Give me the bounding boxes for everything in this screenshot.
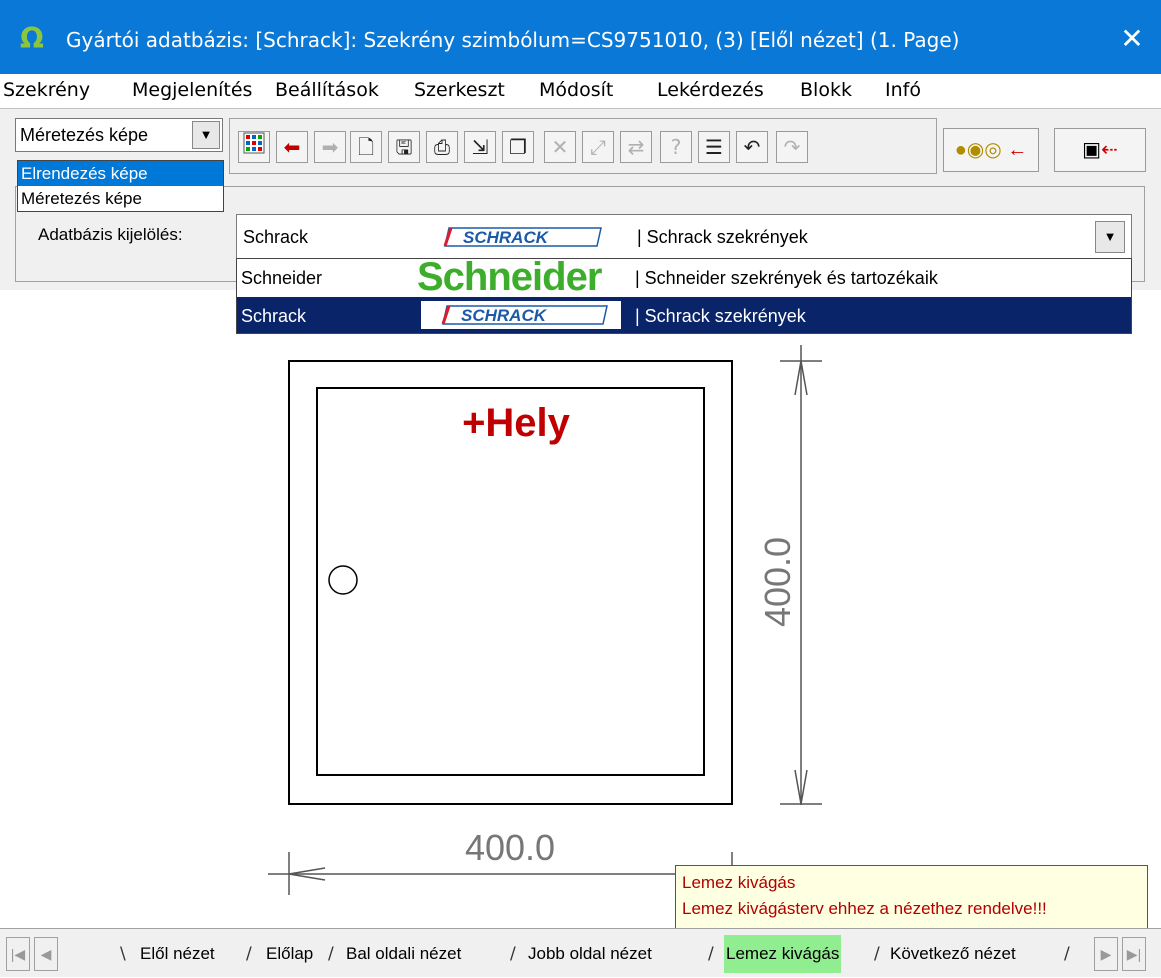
option-desc: | Schrack szekrények bbox=[635, 306, 806, 326]
tab-bal-oldali-nezet[interactable]: Bal oldali nézet bbox=[346, 935, 461, 973]
width-dimension: 400.0 bbox=[465, 827, 555, 868]
arrow-right-icon[interactable]: ➡ bbox=[314, 131, 346, 163]
list-icon[interactable]: ☰ bbox=[698, 131, 730, 163]
first-page-icon[interactable]: |◀ bbox=[6, 937, 30, 971]
component-icon[interactable]: ▣⇠ bbox=[1054, 128, 1146, 172]
view-option[interactable]: Méretezés képe bbox=[18, 186, 223, 211]
tooltip-line1: Lemez kivágás bbox=[682, 873, 796, 892]
tab-lemez-kivagas[interactable]: Lemez kivágás bbox=[724, 935, 842, 973]
tab-bar: |◀ ◀ ▶ ▶| \ Elől nézet / Előlap / Bal ol… bbox=[0, 928, 1161, 977]
main-toolbar: ⬅ ➡ 🗋 🖫 ⎙ ⇲ ❐ ✕ ⤢ ⇄ ? ☰ ↶ ↷ bbox=[229, 118, 937, 174]
drawing-canvas[interactable]: +Hely 400.0 400.0 bbox=[0, 290, 1161, 928]
window-title: Gyártói adatbázis: [Schrack]: Szekrény s… bbox=[66, 28, 960, 52]
database-select-value: Schrack bbox=[243, 227, 309, 247]
coins-icon[interactable]: ●◉◎ ← bbox=[943, 128, 1039, 172]
database-option-schrack[interactable]: Schrack SCHRACK | Schrack szekrények bbox=[237, 297, 1131, 333]
prev-page-icon[interactable]: ◀ bbox=[34, 937, 58, 971]
tooltip-line2: Lemez kivágásterv ehhez a nézethez rende… bbox=[682, 899, 1047, 918]
menu-szerkeszt[interactable]: Szerkeszt bbox=[414, 79, 505, 101]
option-desc: | Schneider szekrények és tartozékaik bbox=[635, 268, 938, 288]
view-dropdown-list: Elrendezés képe Méretezés képe bbox=[17, 160, 224, 212]
export-icon[interactable]: ⇲ bbox=[464, 131, 496, 163]
view-option[interactable]: Elrendezés képe bbox=[18, 161, 223, 186]
menu-blokk[interactable]: Blokk bbox=[800, 79, 852, 101]
tab-elolap[interactable]: Előlap bbox=[266, 935, 313, 973]
option-name: Schneider bbox=[241, 268, 323, 288]
cabinet-door bbox=[316, 387, 705, 776]
menu-info[interactable]: Infó bbox=[885, 79, 921, 101]
menu-beallitasok[interactable]: Beállítások bbox=[275, 79, 379, 101]
undo-icon[interactable]: ↶ bbox=[736, 131, 768, 163]
svg-text:SCHRACK: SCHRACK bbox=[463, 228, 550, 247]
app-icon: Ω bbox=[20, 22, 44, 55]
title-bar: Ω Gyártói adatbázis: [Schrack]: Szekrény… bbox=[0, 0, 1161, 74]
print-icon[interactable]: ⎙ bbox=[426, 131, 458, 163]
tab-jobb-oldal-nezet[interactable]: Jobb oldal nézet bbox=[528, 935, 652, 973]
chevron-down-icon[interactable]: ▼ bbox=[192, 121, 220, 149]
close-icon[interactable]: ✕ bbox=[1115, 22, 1149, 56]
next-page-icon[interactable]: ▶ bbox=[1094, 937, 1118, 971]
copy-icon[interactable]: ❐ bbox=[502, 131, 534, 163]
help-icon[interactable]: ? bbox=[660, 131, 692, 163]
tab-elol-nezet[interactable]: Elől nézet bbox=[140, 935, 215, 973]
arrow-left-icon[interactable]: ⬅ bbox=[276, 131, 308, 163]
menu-szekreny[interactable]: Szekrény bbox=[3, 79, 90, 101]
database-label: Adatbázis kijelölés: bbox=[38, 225, 183, 244]
place-label: +Hely bbox=[462, 401, 571, 445]
save-icon[interactable]: 🖫 bbox=[388, 131, 420, 163]
last-page-icon[interactable]: ▶| bbox=[1122, 937, 1146, 971]
database-select[interactable]: Schrack SCHRACK | Schrack szekrények ▼ bbox=[236, 214, 1132, 260]
height-dimension: 400.0 bbox=[757, 537, 798, 627]
redo-icon[interactable]: ↷ bbox=[776, 131, 808, 163]
delete-icon[interactable]: ✕ bbox=[544, 131, 576, 163]
svg-text:SCHRACK: SCHRACK bbox=[461, 306, 548, 325]
database-select-desc: | Schrack szekrények bbox=[637, 227, 808, 247]
chevron-down-icon[interactable]: ▼ bbox=[1095, 221, 1125, 253]
view-select[interactable]: Méretezés képe ▼ bbox=[15, 118, 223, 152]
view-select-value: Méretezés képe bbox=[20, 125, 149, 145]
move-icon[interactable]: ⤢ bbox=[582, 131, 614, 163]
schneider-logo: Schneider bbox=[417, 255, 602, 299]
database-dropdown-list: Schneider Schneider | Schneider szekrény… bbox=[236, 255, 1132, 334]
door-lock bbox=[328, 565, 358, 595]
menu-megjelenites[interactable]: Megjelenítés bbox=[132, 79, 252, 101]
menu-lekerdezes[interactable]: Lekérdezés bbox=[657, 79, 764, 101]
tab-kovetkezo-nezet[interactable]: Következő nézet bbox=[890, 935, 1016, 973]
grid-icon[interactable] bbox=[238, 131, 270, 163]
swap-icon[interactable]: ⇄ bbox=[620, 131, 652, 163]
menu-modosit[interactable]: Módosít bbox=[539, 79, 613, 101]
new-page-icon[interactable]: 🗋 bbox=[350, 131, 382, 163]
tab-tooltip: Lemez kivágás Lemez kivágásterv ehhez a … bbox=[675, 865, 1148, 929]
option-name: Schrack bbox=[241, 306, 307, 326]
schrack-logo: SCHRACK bbox=[421, 301, 621, 329]
schrack-logo: SCHRACK bbox=[443, 227, 602, 247]
menu-bar: Szekrény Megjelenítés Beállítások Szerke… bbox=[0, 74, 1161, 108]
database-option-schneider[interactable]: Schneider Schneider | Schneider szekrény… bbox=[237, 255, 1131, 299]
